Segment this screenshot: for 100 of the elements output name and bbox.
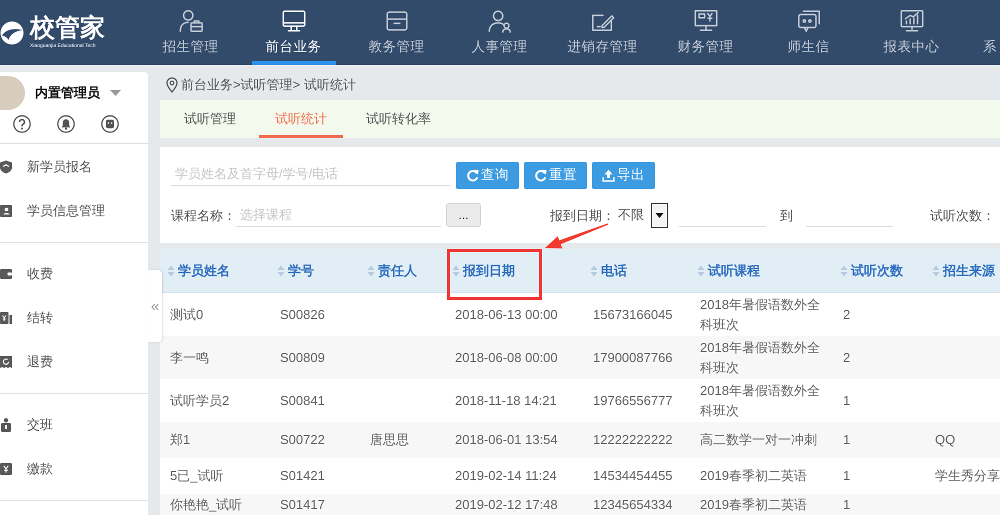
column-header[interactable]: 责任人 bbox=[360, 249, 445, 293]
table-cell-text: 郑1 bbox=[169, 431, 192, 449]
table-cell-text: 2018-06-01 13:54 bbox=[454, 431, 559, 449]
table-cell-text: 学生秀分享 bbox=[934, 467, 1000, 485]
table-cell-text: S00841 bbox=[279, 392, 326, 410]
table-cell-text: 12345654334 bbox=[592, 496, 674, 514]
table-cell-text: 12222222222 bbox=[592, 431, 674, 449]
column-header[interactable]: 报到日期 bbox=[445, 249, 583, 293]
user-name: 内置管理员 bbox=[35, 84, 100, 102]
chat-bubble-icon bbox=[796, 8, 822, 34]
table-cell-text: 1 bbox=[842, 496, 852, 514]
table-cell-text: 19766556777 bbox=[592, 392, 674, 410]
table-cell-text: 1 bbox=[842, 467, 852, 485]
tab[interactable]: 试听转化率 bbox=[350, 100, 447, 138]
sort-icon[interactable] bbox=[367, 264, 375, 276]
table-cell-text: S00722 bbox=[279, 431, 326, 449]
table-cell-text: S00809 bbox=[279, 348, 326, 366]
message-icon[interactable] bbox=[101, 115, 119, 133]
field-label: 试听次数： bbox=[930, 208, 995, 222]
table-row[interactable]: 你艳艳_试听 S01417 2019-02-12 17:48 12345654334 2019春季初二英语 1 bbox=[160, 494, 1000, 515]
nav-tab[interactable]: 招生管理 bbox=[148, 0, 232, 65]
table-cell-text: 14534454455 bbox=[592, 467, 674, 485]
table-cell-text: 试听学员2 bbox=[169, 392, 230, 410]
table-row[interactable]: 郑1 S00722 唐思思 2018-06-01 13:54 12222222222 高二数学一对一冲刺 1 QQ bbox=[160, 422, 1000, 458]
chart-monitor-icon bbox=[898, 8, 924, 34]
sidebar-item[interactable]: 缴款 bbox=[0, 447, 148, 491]
sort-icon[interactable] bbox=[590, 264, 598, 276]
table-cell-text: 高二数学一对一冲刺 bbox=[699, 431, 818, 449]
tab[interactable]: 试听统计 bbox=[259, 100, 343, 138]
sidebar-item[interactable]: 学员信息管理 bbox=[0, 189, 148, 233]
refresh-icon bbox=[534, 169, 547, 182]
table-row[interactable]: 测试0 S00826 2018-06-13 00:00 15673166045 2018年暑假语数外全科班次 2 bbox=[160, 293, 1000, 336]
action-button[interactable]: 导出 bbox=[592, 162, 655, 189]
action-button[interactable]: 重置 bbox=[524, 162, 587, 189]
action-button[interactable]: 查询 bbox=[456, 162, 519, 189]
table-cell-text: 2018-06-08 00:00 bbox=[454, 348, 559, 366]
table-row[interactable]: 试听学员2 S00841 2018-11-18 14:21 19766556777 2018年暑假语数外全科班次 1 bbox=[160, 379, 1000, 422]
users-icon bbox=[486, 8, 512, 34]
upload-icon bbox=[602, 169, 615, 182]
brand-name: 校管家 bbox=[30, 16, 105, 41]
field-label: 课程名称： bbox=[171, 208, 236, 222]
bell-icon[interactable] bbox=[57, 115, 75, 133]
table-cell-text: 2 bbox=[842, 348, 852, 366]
sort-icon[interactable] bbox=[167, 264, 175, 276]
column-header[interactable]: 电话 bbox=[583, 249, 690, 293]
column-header[interactable]: 试听次数 bbox=[833, 249, 925, 293]
tab[interactable]: 试听管理 bbox=[168, 100, 252, 138]
table-cell-text: 2 bbox=[842, 306, 852, 324]
table-row[interactable]: 5已_试听 S01421 2019-02-14 11:24 14534454455 2019春季初二英语 1 学生秀分享 bbox=[160, 458, 1000, 494]
sidebar-item[interactable]: 结转 bbox=[0, 296, 148, 340]
avatar-photo-placeholder bbox=[0, 76, 25, 110]
column-header[interactable]: 学员姓名 bbox=[160, 249, 270, 293]
table-cell-text: QQ bbox=[934, 431, 956, 449]
table-cell-text: 1 bbox=[842, 431, 852, 449]
sort-icon[interactable] bbox=[932, 264, 940, 276]
location-pin-icon bbox=[166, 76, 178, 92]
table-cell-text: 5已_试听 bbox=[169, 467, 224, 485]
range-separator: 到 bbox=[780, 208, 793, 222]
table-cell-text: 15673166045 bbox=[592, 306, 674, 324]
breadcrumb-text: 前台业务>试听管理> 试听统计 bbox=[181, 76, 356, 94]
annotation-arrow bbox=[545, 223, 609, 249]
table-cell-text: 2019春季初二英语 bbox=[699, 496, 808, 514]
caret-icon[interactable] bbox=[110, 90, 121, 96]
table-cell-text: 2019春季初二英语 bbox=[699, 467, 808, 485]
sidebar-item[interactable]: 交班 bbox=[0, 403, 148, 447]
course-picker-button[interactable]: ... bbox=[446, 203, 481, 227]
collapse-handle[interactable]: « bbox=[148, 270, 162, 342]
table-cell-text: 2019-02-14 11:24 bbox=[454, 467, 558, 485]
table-cell-text: S00826 bbox=[279, 306, 326, 324]
table-row[interactable]: 李一鸣 S00809 2018-06-08 00:00 17900087766 2018年暑假语数外全科班次 2 bbox=[160, 336, 1000, 379]
table-cell-text: 你艳艳_试听 bbox=[169, 496, 244, 514]
nav-tab[interactable]: 人事管理 bbox=[458, 0, 542, 65]
table-cell-text: 2019-02-12 17:48 bbox=[454, 496, 559, 514]
sort-icon[interactable] bbox=[277, 264, 285, 276]
sidebar-item[interactable]: 新学员报名 bbox=[0, 145, 148, 189]
sort-icon[interactable] bbox=[697, 264, 705, 276]
column-header[interactable]: 试听课程 bbox=[690, 249, 833, 293]
nav-tab[interactable]: 报表中心 bbox=[870, 0, 954, 65]
sidebar-item[interactable]: 退费 bbox=[0, 340, 148, 384]
table-cell-text: S01417 bbox=[279, 496, 326, 514]
nav-tab[interactable]: 进销存管理 bbox=[560, 0, 644, 65]
sort-icon[interactable] bbox=[840, 264, 848, 276]
nav-tab[interactable]: 财务管理 bbox=[664, 0, 748, 65]
nav-tab[interactable]: 系 bbox=[983, 0, 1000, 65]
nav-tab[interactable]: 教务管理 bbox=[354, 0, 438, 65]
table-cell-text: 2018-11-18 14:21 bbox=[454, 392, 558, 410]
field-label: 报到日期： bbox=[550, 208, 615, 222]
nav-tab[interactable]: 师生信 bbox=[766, 0, 850, 65]
column-header[interactable]: 学号 bbox=[270, 249, 360, 293]
column-header[interactable]: 招生来源 bbox=[925, 249, 1000, 293]
table-cell-text: 李一鸣 bbox=[169, 348, 210, 366]
user-briefcase-icon bbox=[178, 8, 204, 34]
help-icon[interactable] bbox=[13, 115, 31, 133]
sort-icon[interactable] bbox=[452, 264, 460, 276]
monitor-icon bbox=[280, 8, 306, 34]
nav-tab[interactable]: 前台业务 bbox=[252, 0, 336, 65]
table-cell-text: 17900087766 bbox=[592, 348, 674, 366]
table-cell-text: 2018-06-13 00:00 bbox=[454, 306, 559, 324]
table-cell-text: 2018年暑假语数外全科班次 bbox=[699, 296, 821, 334]
sidebar-item[interactable]: 收费 bbox=[0, 252, 148, 296]
